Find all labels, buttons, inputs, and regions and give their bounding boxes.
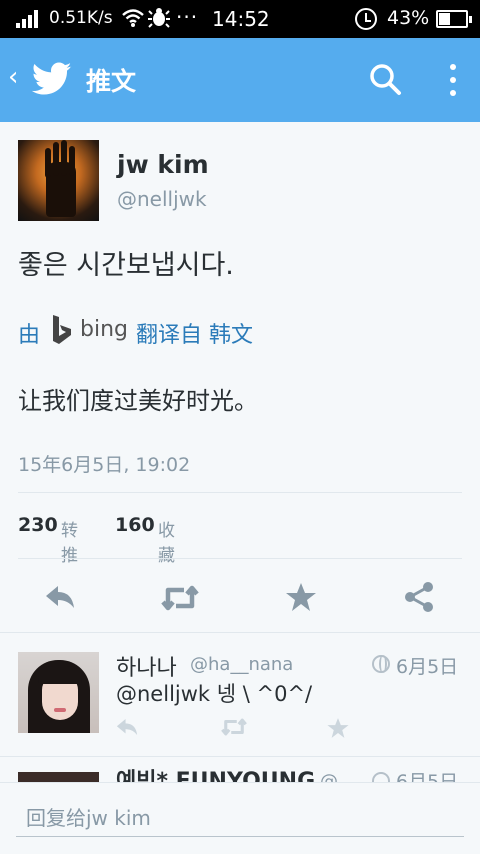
tweet-text: 좋은 시간보냅시다.	[18, 250, 234, 281]
reply-author-handle[interactable]: @	[320, 770, 338, 782]
reply-input[interactable]	[16, 799, 464, 837]
reply-avatar[interactable]	[18, 772, 99, 782]
divider	[18, 558, 462, 559]
globe-icon	[372, 655, 390, 673]
clock: 14:52	[212, 7, 270, 31]
retweet-count[interactable]: 230	[18, 514, 58, 536]
author-name[interactable]: jw kim	[117, 150, 209, 179]
alarm-icon	[355, 8, 377, 30]
reply-composer	[0, 782, 480, 854]
translation-by-label: 由	[18, 323, 41, 348]
status-bar: 0.51K/s ··· 14:52 43%	[0, 0, 480, 38]
battery-percent: 43%	[387, 7, 430, 29]
favorite-icon[interactable]	[326, 716, 352, 738]
twitter-bird-icon[interactable]	[31, 62, 72, 96]
battery-icon	[436, 10, 472, 28]
reply-author-handle[interactable]: @ha__nana	[190, 654, 293, 675]
wifi-icon	[122, 8, 144, 33]
favorite-count[interactable]: 160	[115, 514, 155, 536]
author-handle[interactable]: @nelljwk	[117, 187, 207, 211]
tweet-timestamp: 15年6月5日, 19:02	[18, 454, 191, 476]
notification-bug-icon	[148, 6, 170, 33]
translation-provider: bing	[80, 317, 128, 342]
reply-icon[interactable]	[42, 580, 82, 616]
signal-icon	[16, 10, 42, 28]
battery-level	[439, 13, 451, 25]
reply-date: 6月5日	[396, 656, 459, 678]
retweet-icon[interactable]	[160, 580, 200, 616]
divider	[18, 492, 462, 493]
divider	[0, 756, 480, 757]
page-title: 推文	[86, 67, 137, 96]
retweet-icon[interactable]	[220, 716, 247, 738]
bing-logo-icon	[51, 314, 73, 346]
back-icon[interactable]: ‹	[8, 62, 18, 92]
search-icon[interactable]	[368, 62, 402, 96]
reply-icon[interactable]	[114, 716, 140, 738]
translated-text: 让我们度过美好时光。	[18, 387, 258, 415]
translation-from-label: 翻译自 韩文	[136, 323, 253, 348]
more-notifications-icon: ···	[176, 5, 199, 29]
reply-text: @nelljwk 넹 \ ^0^/	[116, 682, 313, 706]
divider	[0, 632, 480, 633]
action-bar: ‹ 推文	[0, 38, 480, 122]
reply-date: 6月5日	[396, 771, 459, 782]
share-icon[interactable]	[402, 580, 442, 616]
network-speed: 0.51K/s	[49, 8, 113, 28]
reply-author-name[interactable]: 예빈* EUNYOUNG	[116, 768, 315, 782]
reply-avatar[interactable]	[18, 652, 99, 733]
overflow-menu-icon[interactable]	[446, 60, 460, 100]
tweet-actions	[0, 576, 480, 620]
author-avatar[interactable]	[18, 140, 99, 221]
favorite-icon[interactable]	[284, 580, 324, 616]
globe-icon	[372, 772, 390, 782]
